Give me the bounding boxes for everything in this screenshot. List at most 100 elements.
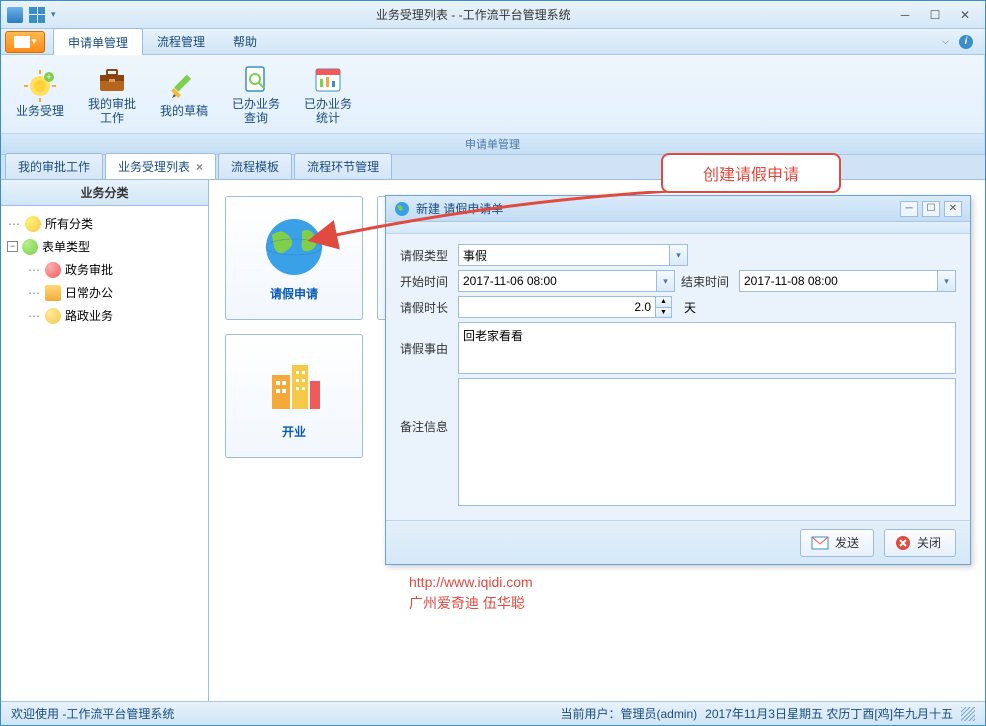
label-unit: 天 bbox=[684, 299, 696, 316]
ribbon-my-draft[interactable]: 我的草稿 bbox=[153, 59, 215, 129]
window-title: 业务受理列表 - -工作流平台管理系统 bbox=[56, 6, 891, 23]
ribbon-my-approval[interactable]: 我的审批工作 bbox=[81, 59, 143, 129]
dialog-body: 请假类型 ▾ 开始时间 ▾ 结束时间 ▾ 请假时长 bbox=[386, 234, 970, 520]
spin-up-icon[interactable]: ▲ bbox=[656, 297, 671, 308]
send-button[interactable]: 发送 bbox=[800, 529, 874, 557]
dialog-footer: 发送 关闭 bbox=[386, 520, 970, 564]
tree-label: 政务审批 bbox=[65, 261, 113, 278]
resize-grip-icon[interactable] bbox=[961, 707, 975, 721]
app-orb-button[interactable]: ▾ bbox=[5, 31, 45, 53]
info-icon[interactable]: i bbox=[959, 35, 973, 49]
maximize-button[interactable]: ☐ bbox=[921, 6, 949, 24]
label-reason: 请假事由 bbox=[400, 322, 452, 357]
card-label: 开业 bbox=[282, 423, 306, 440]
tree-node-office[interactable]: ⋯ 日常办公 bbox=[25, 281, 204, 304]
cancel-label: 关闭 bbox=[917, 534, 941, 551]
input-end-time[interactable] bbox=[739, 270, 938, 292]
card-leave-request[interactable]: 请假申请 bbox=[225, 196, 363, 320]
send-label: 发送 bbox=[835, 534, 859, 551]
tree-line-icon: ⋯ bbox=[7, 217, 21, 231]
doc-tab-label: 我的审批工作 bbox=[18, 158, 90, 175]
input-duration[interactable] bbox=[458, 296, 656, 318]
titlebar: ▾ 业务受理列表 - -工作流平台管理系统 ─ ☐ ✕ bbox=[1, 1, 985, 29]
dropdown-icon[interactable]: ▾ bbox=[657, 270, 675, 292]
tree-header: 业务分类 bbox=[1, 180, 208, 206]
briefcase-icon bbox=[96, 63, 128, 95]
ribbon-business-accept[interactable]: + 业务受理 bbox=[9, 59, 71, 129]
label-start-time: 开始时间 bbox=[400, 273, 452, 290]
window-controls: ─ ☐ ✕ bbox=[891, 6, 979, 24]
dropdown-icon[interactable]: ▾ bbox=[670, 244, 688, 266]
tree-collapse-icon[interactable]: − bbox=[7, 241, 18, 252]
tree-node-all[interactable]: ⋯ 所有分类 bbox=[5, 212, 204, 235]
ribbon-label: 已办业务统计 bbox=[299, 97, 357, 126]
dialog-close-button[interactable]: ✕ bbox=[944, 201, 962, 217]
duration-spinner: ▲ ▼ bbox=[656, 296, 672, 318]
tree-label: 日常办公 bbox=[65, 284, 113, 301]
ribbon-label: 已办业务查询 bbox=[227, 97, 285, 126]
tree-line-icon: ⋯ bbox=[27, 286, 41, 300]
textarea-reason[interactable] bbox=[458, 322, 956, 374]
menu-tab-requests[interactable]: 申请单管理 bbox=[53, 28, 143, 56]
minimize-button[interactable]: ─ bbox=[891, 6, 919, 24]
label-end-time: 结束时间 bbox=[681, 273, 733, 290]
qat-save-icon[interactable] bbox=[7, 7, 23, 23]
textarea-remark[interactable] bbox=[458, 378, 956, 506]
dialog-titlebar[interactable]: 新建 请假申请单 ─ ☐ ✕ bbox=[386, 196, 970, 222]
calendar-stats-icon bbox=[312, 63, 344, 95]
watermark: http://www.iqidi.com 广州爱奇迪 伍华聪 bbox=[409, 572, 533, 614]
spin-down-icon[interactable]: ▼ bbox=[656, 308, 671, 318]
ribbon: + 业务受理 我的审批工作 我的草稿 已办业务查询 已办业务统计 bbox=[1, 55, 985, 155]
status-date: 2017年11月3日星期五 农历丁酉[鸡]年九月十五 bbox=[705, 705, 953, 722]
doc-tab-accept-list[interactable]: 业务受理列表× bbox=[105, 153, 216, 179]
tree-label: 路政业务 bbox=[65, 307, 113, 324]
dropdown-icon[interactable]: ▾ bbox=[938, 270, 956, 292]
buildings-icon bbox=[262, 353, 326, 417]
tree-line-icon: ⋯ bbox=[27, 263, 41, 277]
smiley-icon bbox=[45, 308, 61, 324]
orb-icon bbox=[14, 36, 30, 48]
input-start-time[interactable] bbox=[458, 270, 657, 292]
ribbon-collapse-icon[interactable]: ⌵ bbox=[942, 36, 949, 47]
doc-tab-label: 流程环节管理 bbox=[307, 158, 379, 175]
ribbon-label: 我的草稿 bbox=[160, 104, 208, 118]
svg-text:+: + bbox=[46, 72, 51, 82]
tree-label: 表单类型 bbox=[42, 238, 90, 255]
input-leave-type[interactable] bbox=[458, 244, 670, 266]
gear-green-icon bbox=[22, 239, 38, 255]
main-window: ▾ 业务受理列表 - -工作流平台管理系统 ─ ☐ ✕ ▾ 申请单管理 流程管理… bbox=[0, 0, 986, 726]
watermark-url: http://www.iqidi.com bbox=[409, 572, 533, 593]
palette-icon bbox=[45, 262, 61, 278]
menu-tab-help[interactable]: 帮助 bbox=[219, 28, 271, 55]
menu-tab-process[interactable]: 流程管理 bbox=[143, 28, 219, 55]
close-button[interactable]: ✕ bbox=[951, 6, 979, 24]
search-doc-icon bbox=[240, 63, 272, 95]
doc-tab-template[interactable]: 流程模板 bbox=[218, 153, 292, 179]
ribbon-done-stats[interactable]: 已办业务统计 bbox=[297, 59, 359, 129]
tree-line-icon: ⋯ bbox=[27, 309, 41, 323]
card-open-business[interactable]: 开业 bbox=[225, 334, 363, 458]
label-remark: 备注信息 bbox=[400, 378, 452, 435]
doc-tab-step-mgmt[interactable]: 流程环节管理 bbox=[294, 153, 392, 179]
tree-node-road[interactable]: ⋯ 路政业务 bbox=[25, 304, 204, 327]
doc-tab-approval[interactable]: 我的审批工作 bbox=[5, 153, 103, 179]
pencil-icon bbox=[168, 70, 200, 102]
tab-close-icon[interactable]: × bbox=[196, 160, 203, 174]
dialog-toolbar bbox=[386, 222, 970, 234]
cancel-button[interactable]: 关闭 bbox=[884, 529, 956, 557]
ribbon-done-query[interactable]: 已办业务查询 bbox=[225, 59, 287, 129]
qat-grid-icon[interactable] bbox=[29, 7, 45, 23]
card-label: 请假申请 bbox=[270, 285, 318, 302]
menubar: ▾ 申请单管理 流程管理 帮助 ⌵ i bbox=[1, 29, 985, 55]
ribbon-label: 业务受理 bbox=[16, 104, 64, 118]
note-icon bbox=[45, 285, 61, 301]
label-leave-type: 请假类型 bbox=[400, 247, 452, 264]
dialog-maximize-button[interactable]: ☐ bbox=[922, 201, 940, 217]
tree-node-form-type[interactable]: − 表单类型 bbox=[5, 235, 204, 258]
tree-body: ⋯ 所有分类 − 表单类型 ⋯ 政务审批 bbox=[1, 206, 208, 701]
close-red-icon bbox=[895, 535, 911, 551]
tree-node-gov[interactable]: ⋯ 政务审批 bbox=[25, 258, 204, 281]
dialog-minimize-button[interactable]: ─ bbox=[900, 201, 918, 217]
dialog-app-icon bbox=[394, 201, 410, 217]
annotation-callout: 创建请假申请 bbox=[661, 153, 841, 193]
